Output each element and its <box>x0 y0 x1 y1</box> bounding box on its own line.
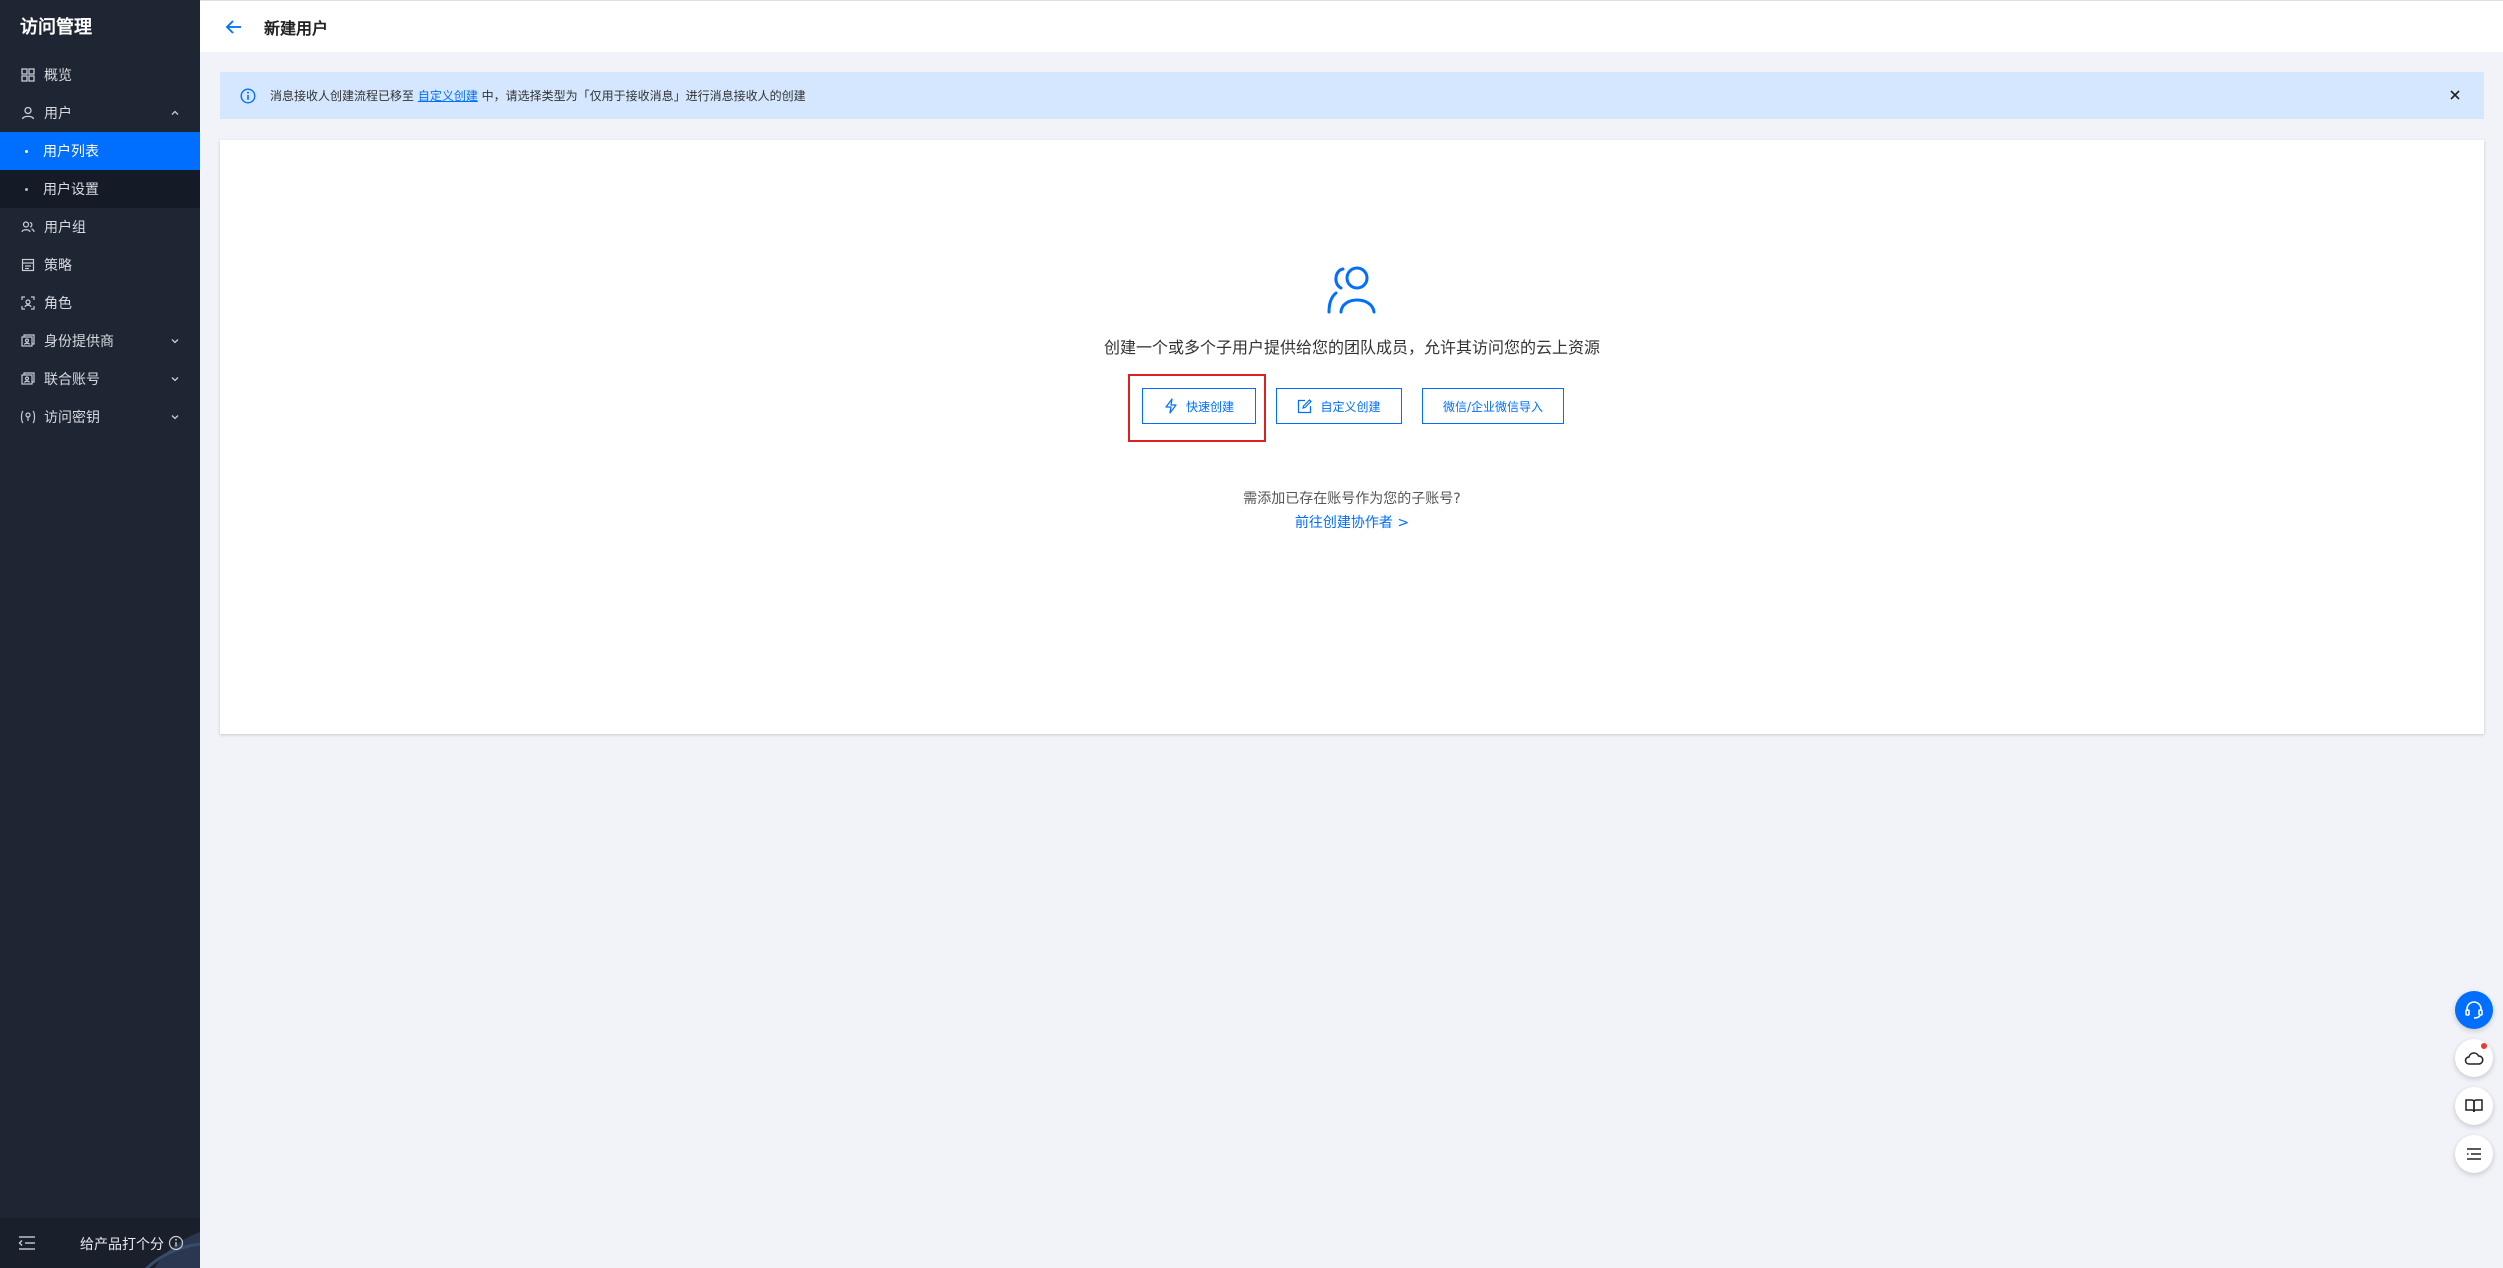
custom-create-label: 自定义创建 <box>1320 399 1381 414</box>
sidebar-item-roles[interactable]: 角色 <box>0 284 200 322</box>
quick-create-label: 快速创建 <box>1185 399 1234 414</box>
sidebar-item-users[interactable]: 用户 <box>0 94 200 132</box>
list-icon <box>2467 1148 2481 1160</box>
notice-banner: 消息接收人创建流程已移至 自定义创建 中，请选择类型为「仅用于接收消息」进行消息… <box>220 72 2484 119</box>
notice-text: 消息接收人创建流程已移至 自定义创建 中，请选择类型为「仅用于接收消息」进行消息… <box>270 87 806 104</box>
sidebar-item-label: 访问密钥 <box>44 410 100 426</box>
sidebar-item-label: 身份提供商 <box>44 334 114 350</box>
sidebar-subitem-label: 用户列表 <box>43 144 99 160</box>
sidebar-item-label: 概览 <box>44 68 72 84</box>
users-submenu: 用户列表 用户设置 <box>0 132 200 208</box>
collaborator-question: 需添加已存在账号作为您的子账号? <box>1243 491 1461 507</box>
sidebar-item-label: 策略 <box>44 258 72 274</box>
sidebar-item-policies[interactable]: 策略 <box>0 246 200 284</box>
sidebar-item-user-groups[interactable]: 用户组 <box>0 208 200 246</box>
info-icon <box>240 87 256 104</box>
federated-account-icon <box>20 371 36 387</box>
page-header: 新建用户 <box>200 0 2503 52</box>
bullet-icon <box>25 187 28 191</box>
cloud-notifications-button[interactable] <box>2455 1039 2493 1077</box>
create-collaborator-link[interactable]: 前往创建协作者 > <box>220 512 2484 532</box>
notice-text-after: 中，请选择类型为「仅用于接收消息」进行消息接收人的创建 <box>477 89 806 103</box>
back-button[interactable] <box>214 7 254 47</box>
create-user-card: 创建一个或多个子用户提供给您的团队成员，允许其访问您的云上资源 快速创建 自定义… <box>220 140 2484 734</box>
chevron-up-icon <box>171 110 179 115</box>
sidebar-item-federated-accounts[interactable]: 联合账号 <box>0 360 200 398</box>
sidebar-item-label: 联合账号 <box>44 372 100 388</box>
user-group-icon <box>20 219 36 235</box>
key-icon <box>20 409 36 425</box>
chevron-down-icon <box>171 377 179 382</box>
sidebar-item-label: 用户 <box>44 106 72 122</box>
notification-dot <box>2481 1043 2487 1049</box>
cloud-icon <box>2464 1052 2484 1065</box>
wechat-import-label: 微信/企业微信导入 <box>1442 399 1544 414</box>
sidebar-item-identity-providers[interactable]: 身份提供商 <box>0 322 200 360</box>
users-icon <box>1327 266 1376 314</box>
chevron-down-icon <box>171 339 179 344</box>
sidebar-item-label: 角色 <box>44 296 72 312</box>
customer-service-button[interactable] <box>2455 991 2493 1029</box>
policy-icon <box>20 257 36 273</box>
custom-create-button[interactable]: 自定义创建 <box>1276 388 1402 424</box>
sidebar-title: 访问管理 <box>20 17 92 38</box>
book-icon <box>2465 1099 2483 1113</box>
notice-text-before: 消息接收人创建流程已移至 <box>270 89 418 103</box>
create-options: 快速创建 自定义创建 微信/企业微信导入 <box>220 388 2484 424</box>
menu-list-button[interactable] <box>2455 1135 2493 1173</box>
docs-button[interactable] <box>2455 1087 2493 1125</box>
chevron-down-icon <box>171 415 179 420</box>
edit-icon <box>1298 398 1313 413</box>
sidebar: 访问管理 概览 用户 用户列表 用户设置 用户组 策略 角色 身份提供商 联合账… <box>0 0 200 1268</box>
lightning-icon <box>1165 398 1177 414</box>
user-icon <box>20 105 36 121</box>
rate-product-link[interactable]: 给产品打个分 <box>80 1234 164 1254</box>
headset-icon <box>2465 1001 2483 1019</box>
identity-provider-icon <box>20 333 36 349</box>
role-icon <box>20 295 36 311</box>
wechat-import-button[interactable]: 微信/企业微信导入 <box>1422 388 1564 424</box>
sidebar-subitem-user-settings[interactable]: 用户设置 <box>0 170 200 208</box>
quick-create-button[interactable]: 快速创建 <box>1142 388 1256 424</box>
sidebar-footer: 给产品打个分 <box>0 1218 200 1268</box>
collapse-sidebar-icon[interactable] <box>18 1235 36 1251</box>
info-icon <box>168 1235 184 1251</box>
sidebar-subitem-user-list[interactable]: 用户列表 <box>0 132 200 170</box>
sidebar-item-overview[interactable]: 概览 <box>0 56 200 94</box>
bullet-icon <box>25 149 28 153</box>
create-user-description: 创建一个或多个子用户提供给您的团队成员，允许其访问您的云上资源 <box>1103 338 1600 357</box>
page-title: 新建用户 <box>264 18 329 38</box>
sidebar-subitem-label: 用户设置 <box>43 182 99 198</box>
arrow-left-icon <box>225 19 241 34</box>
grid-icon <box>20 67 36 83</box>
sidebar-item-access-keys[interactable]: 访问密钥 <box>0 398 200 436</box>
sidebar-item-label: 用户组 <box>44 220 86 236</box>
custom-create-link[interactable]: 自定义创建 <box>418 89 478 103</box>
close-icon[interactable] <box>2446 86 2464 104</box>
